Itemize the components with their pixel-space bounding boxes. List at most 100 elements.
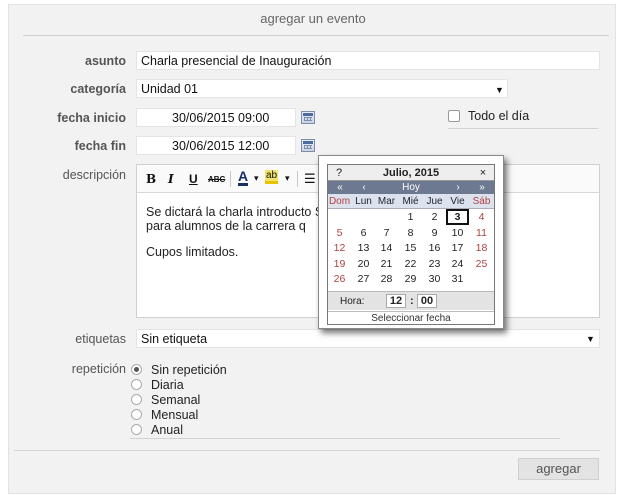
calendar-day-cell[interactable]: 5	[328, 227, 351, 239]
prev-year-button[interactable]: «	[333, 182, 347, 193]
calendar-day-cell[interactable]: 23	[423, 258, 446, 270]
categoria-chevron-down-icon[interactable]: ▼	[495, 85, 504, 95]
calendar-time-row: Hora: 12 : 00	[328, 291, 494, 310]
list-icon[interactable]: ☰	[304, 171, 316, 187]
calendar-day-cell[interactable]: 21	[375, 258, 398, 270]
radio-button[interactable]	[131, 364, 142, 375]
calendar-day-cell[interactable]: 4	[470, 211, 493, 223]
calendar-day-cell[interactable]: 20	[352, 258, 375, 270]
calendar-day-cell[interactable]: 14	[375, 242, 398, 254]
day-name: Lun	[355, 196, 372, 207]
calendar-nav: « ‹ Hoy › »	[328, 181, 494, 194]
calendar-day-cell[interactable]: 10	[446, 227, 469, 239]
calendar-day-cell[interactable]: 27	[352, 273, 375, 285]
highlight-icon[interactable]: ab	[265, 170, 279, 184]
underline-button[interactable]: U	[189, 172, 198, 186]
radio-button[interactable]	[131, 409, 142, 420]
agregar-button[interactable]: agregar	[518, 458, 599, 480]
calendar-day-cell[interactable]: 15	[399, 242, 422, 254]
calendar-day-names: Dom Lun Mar Mié Jue Vie Sáb	[328, 194, 494, 209]
calendar-footer: Seleccionar fecha	[328, 311, 494, 325]
minute-field[interactable]: 00	[417, 294, 437, 308]
asunto-input[interactable]: Charla presencial de Inauguración	[136, 51, 600, 70]
descripcion-label: descripción	[62, 168, 126, 182]
next-month-button[interactable]: ›	[451, 182, 465, 193]
calendar-day-cell[interactable]: 18	[470, 242, 493, 254]
calendar-day-cell[interactable]: 16	[423, 242, 446, 254]
calendar-day-cell[interactable]: 24	[446, 258, 469, 270]
time-separator: :	[410, 295, 414, 307]
fecha-inicio-label: fecha inicio	[57, 111, 126, 125]
font-color-chevron-down-icon[interactable]: ▾	[254, 173, 259, 184]
calendar-day-cell[interactable]: 13	[352, 242, 375, 254]
day-name: Sáb	[472, 196, 491, 207]
next-year-button[interactable]: »	[475, 182, 489, 193]
fecha-fin-calendar-icon[interactable]	[301, 139, 315, 152]
today-button[interactable]: Hoy	[393, 182, 429, 193]
day-name: Dom	[328, 196, 351, 207]
time-label: Hora:	[340, 296, 365, 307]
help-icon[interactable]: ?	[330, 167, 348, 179]
highlight-chevron-down-icon[interactable]: ▾	[285, 173, 290, 184]
calendar-day-cell[interactable]: 28	[375, 273, 398, 285]
repeticion-option-diaria[interactable]: Diaria	[131, 377, 227, 392]
calendar-day-cell[interactable]: 22	[399, 258, 422, 270]
form-title: agregar un evento	[260, 11, 366, 26]
day-name: Mié	[402, 196, 419, 207]
calendar-grid: 1 2 3 4 5 6 7 8 9 10 11 12 13 14 15 16 17 18 19 20 21 22 23 24 2…	[328, 209, 494, 288]
calendar-day-cell[interactable]: 30	[423, 273, 446, 285]
toolbar-separator	[297, 171, 298, 187]
calendar-day-cell[interactable]: 2	[423, 211, 446, 223]
calendar-day-cell[interactable]: 19	[328, 258, 351, 270]
calendar-day-cell[interactable]: 11	[470, 227, 493, 239]
calendar: ? Julio, 2015 × « ‹ Hoy › » Dom Lun Mar …	[327, 164, 495, 325]
option-label: Anual	[151, 422, 183, 437]
bold-button[interactable]: B	[146, 172, 156, 186]
prev-month-button[interactable]: ‹	[357, 182, 371, 193]
italic-button[interactable]: I	[168, 172, 174, 186]
calendar-header: ? Julio, 2015 ×	[328, 165, 494, 181]
todo-el-dia-option[interactable]: Todo el día	[448, 109, 529, 123]
close-icon[interactable]: ×	[474, 167, 492, 179]
todo-el-dia-label: Todo el día	[468, 109, 530, 123]
repeticion-label: repetición	[71, 362, 126, 376]
repeticion-option-sin-repeticion[interactable]: Sin repetición	[131, 362, 227, 377]
hour-field[interactable]: 12	[386, 294, 406, 308]
calendar-day-cell[interactable]: 8	[399, 227, 422, 239]
bottom-divider	[14, 450, 600, 451]
calendar-day-cell[interactable]: 9	[423, 227, 446, 239]
radio-button[interactable]	[131, 394, 142, 405]
calendar-day-cell[interactable]: 29	[399, 273, 422, 285]
radio-button[interactable]	[131, 379, 142, 390]
calendar-day-cell[interactable]: 6	[352, 227, 375, 239]
repeticion-option-anual[interactable]: Anual	[131, 422, 227, 437]
date-picker-popup: ? Julio, 2015 × « ‹ Hoy › » Dom Lun Mar …	[318, 155, 504, 329]
font-color-icon[interactable]: A	[238, 169, 249, 186]
strikethrough-button[interactable]: ABC	[208, 175, 225, 184]
etiquetas-chevron-down-icon[interactable]: ▼	[586, 334, 595, 344]
fecha-inicio-calendar-icon[interactable]	[301, 111, 315, 124]
option-label: Semanal	[151, 392, 201, 407]
day-name: Mar	[377, 196, 396, 207]
fecha-fin-input[interactable]: 30/06/2015 12:00	[136, 136, 296, 155]
calendar-day-cell[interactable]: 12	[328, 242, 351, 254]
categoria-select[interactable]: Unidad 01	[136, 79, 508, 98]
repeticion-option-mensual[interactable]: Mensual	[131, 407, 227, 422]
todo-el-dia-checkbox[interactable]	[448, 110, 460, 122]
title-divider	[23, 35, 609, 36]
calendar-day-cell[interactable]: 31	[446, 273, 469, 285]
etiquetas-value: Sin etiqueta	[141, 332, 208, 346]
repeticion-options: Sin repetición Diaria Semanal Mensual An…	[131, 362, 227, 437]
etiquetas-select[interactable]: Sin etiqueta	[136, 329, 600, 348]
fecha-inicio-input[interactable]: 30/06/2015 09:00	[136, 108, 296, 127]
radio-button[interactable]	[131, 424, 142, 435]
calendar-day-cell[interactable]: 1	[399, 211, 422, 223]
calendar-day-cell[interactable]: 25	[470, 258, 493, 270]
day-name: Jue	[426, 196, 443, 207]
calendar-day-cell[interactable]: 3	[446, 209, 469, 225]
calendar-day-cell[interactable]: 26	[328, 273, 351, 285]
calendar-day-cell[interactable]: 17	[446, 242, 469, 254]
calendar-month-title: Julio, 2015	[382, 167, 440, 179]
repeticion-option-semanal[interactable]: Semanal	[131, 392, 227, 407]
calendar-day-cell[interactable]: 7	[375, 227, 398, 239]
